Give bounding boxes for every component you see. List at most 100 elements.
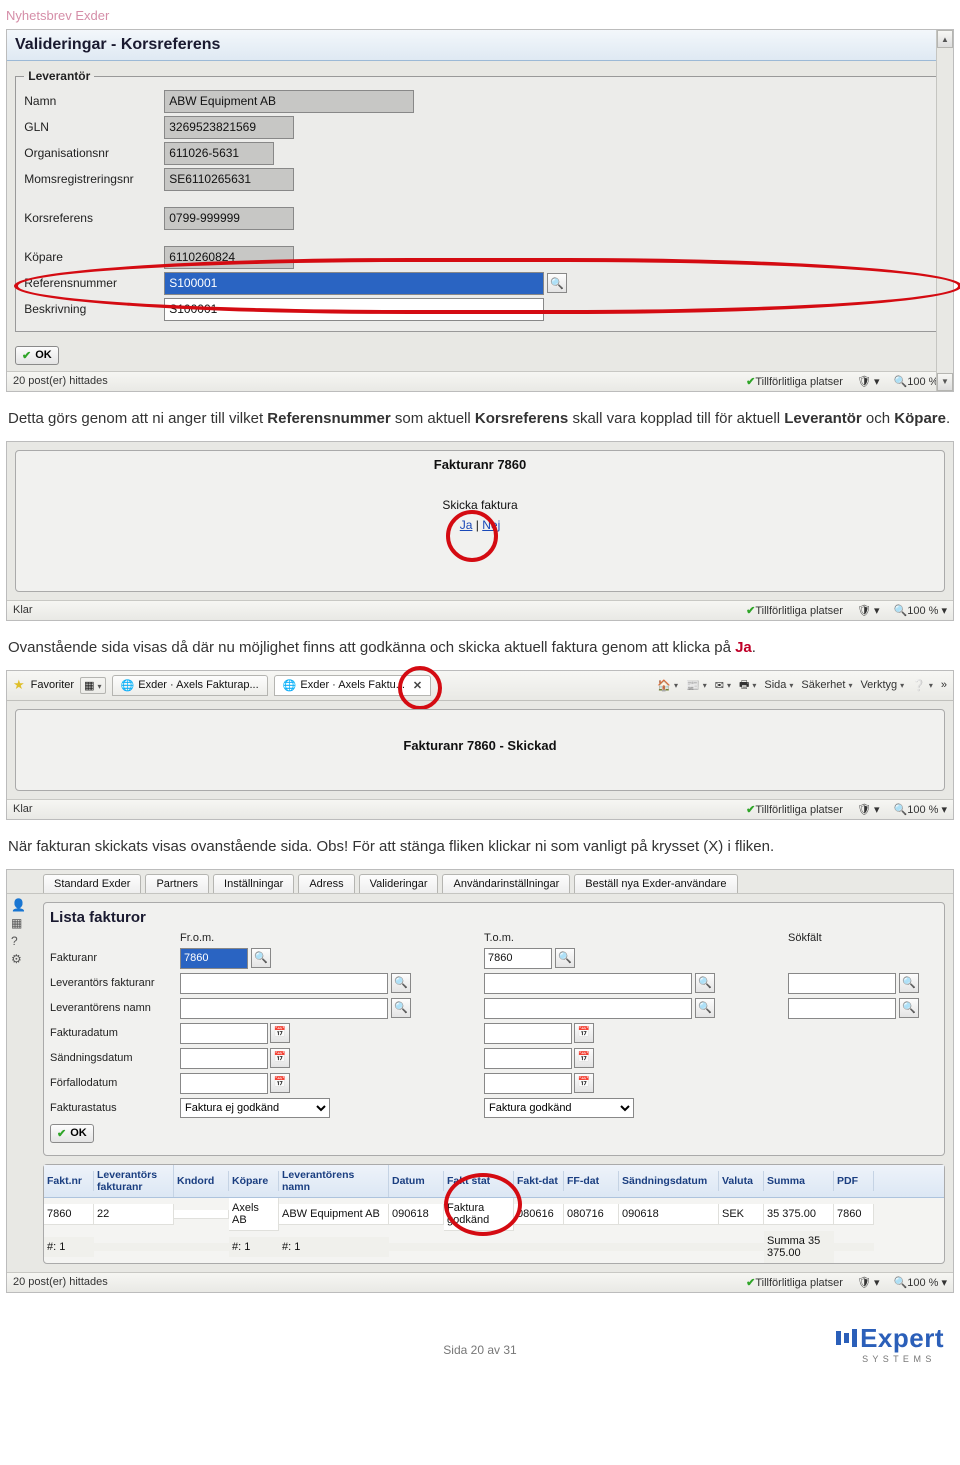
search-icon[interactable]: 🔍: [391, 998, 411, 1018]
help-icon[interactable]: ❔▾: [912, 679, 933, 692]
search-icon[interactable]: 🔍: [899, 973, 919, 993]
sandning-from-input[interactable]: [180, 1048, 268, 1069]
calendar-icon[interactable]: 📅: [270, 1023, 290, 1043]
page-menu[interactable]: Sida ▾: [764, 679, 793, 691]
tf: #: 1: [279, 1237, 389, 1257]
calendar-icon[interactable]: 📅: [270, 1048, 290, 1068]
menu-tab[interactable]: Valideringar: [359, 874, 439, 893]
user-icon[interactable]: 👤: [11, 898, 26, 912]
protected-mode-icon: 🛡 ▾: [857, 375, 880, 388]
print-icon[interactable]: 🖶 ▾: [739, 676, 756, 695]
faktstatus-to-select[interactable]: Faktura godkänd: [484, 1098, 634, 1118]
status-text: Klar: [13, 604, 33, 616]
th-pdf[interactable]: PDF: [834, 1171, 874, 1191]
tf: [444, 1243, 514, 1251]
namn-label: Namn: [24, 94, 164, 108]
menu-tab[interactable]: Inställningar: [213, 874, 294, 893]
levnamn-sok-input[interactable]: [788, 998, 896, 1019]
td: 35 375.00: [764, 1204, 834, 1225]
check-icon: ✔: [746, 804, 755, 816]
forfallo-from-input[interactable]: [180, 1073, 268, 1094]
ok-button[interactable]: ✔OK: [15, 346, 59, 365]
ok-button[interactable]: ✔OK: [50, 1124, 94, 1143]
th-summa[interactable]: Summa: [764, 1171, 834, 1191]
logo-block-icon: [836, 1331, 841, 1345]
safety-menu[interactable]: Säkerhet ▾: [801, 679, 852, 691]
zoom-level: 100 %: [907, 1277, 938, 1289]
lista-fakturor-screenshot: Standard Exder Partners Inställningar Ad…: [6, 869, 954, 1293]
menu-tab[interactable]: Användarinställningar: [442, 874, 570, 893]
search-icon[interactable]: 🔍: [251, 948, 271, 968]
faktdatum-to-input[interactable]: [484, 1023, 572, 1044]
th-faktdat[interactable]: Fakt-dat: [514, 1171, 564, 1191]
levnamn-to-input[interactable]: [484, 998, 692, 1019]
menu-tab[interactable]: Adress: [298, 874, 354, 893]
calendar-icon[interactable]: 📅: [574, 1048, 594, 1068]
th-levnamn[interactable]: Leverantörens namn: [279, 1165, 389, 1197]
home-icon[interactable]: 🏠 ▾: [657, 679, 678, 692]
settings-icon[interactable]: ⚙: [11, 952, 26, 966]
calendar-icon[interactable]: 📅: [270, 1073, 290, 1093]
fakturanr-label: Fakturanr: [50, 952, 170, 964]
favorites-star-icon[interactable]: ★: [13, 677, 25, 693]
namn-field: ABW Equipment AB: [164, 90, 414, 113]
tools-menu[interactable]: Verktyg ▾: [860, 679, 904, 691]
faktdatum-label: Fakturadatum: [50, 1027, 170, 1039]
logo-block-icon: [844, 1333, 849, 1343]
mail-icon[interactable]: ✉ ▾: [715, 679, 731, 692]
th-ffdat[interactable]: FF-dat: [564, 1171, 619, 1191]
th-kopare[interactable]: Köpare: [229, 1171, 279, 1191]
levfakt-to-input[interactable]: [484, 973, 692, 994]
menu-tab[interactable]: Beställ nya Exder-användare: [574, 874, 737, 893]
th-sandning[interactable]: Sändningsdatum: [619, 1171, 719, 1191]
levnamn-from-input[interactable]: [180, 998, 388, 1019]
leverantor-fieldset: Leverantör NamnABW Equipment AB GLN32695…: [15, 69, 945, 332]
page-number: Sida 20 av 31: [0, 1303, 960, 1367]
status-text: Klar: [13, 803, 33, 815]
search-icon[interactable]: 🔍: [695, 998, 715, 1018]
forfallo-to-input[interactable]: [484, 1073, 572, 1094]
scroll-down-icon[interactable]: ▼: [937, 373, 953, 391]
tab-list-icon[interactable]: ▦ ▾: [80, 677, 105, 694]
trusted-sites: Tillförlitliga platser: [755, 605, 843, 617]
highlight-circle: [398, 666, 442, 710]
levnamn-label: Leverantörens namn: [50, 1002, 170, 1014]
search-icon[interactable]: 🔍: [899, 998, 919, 1018]
td: 7860: [44, 1204, 94, 1225]
calendar-icon[interactable]: 📅: [574, 1023, 594, 1043]
search-icon[interactable]: 🔍: [695, 973, 715, 993]
faktdatum-from-input[interactable]: [180, 1023, 268, 1044]
levfakt-from-input[interactable]: [180, 973, 388, 994]
search-icon[interactable]: 🔍: [555, 948, 575, 968]
faktstatus-from-select[interactable]: Faktura ej godkänd: [180, 1098, 330, 1118]
browser-tab-1[interactable]: 🌐Exder · Axels Fakturap...: [112, 675, 268, 696]
help-icon[interactable]: ?: [11, 934, 26, 948]
th-levfakt[interactable]: Leverantörs fakturanr: [94, 1165, 174, 1197]
fakturanr-to-input[interactable]: 7860: [484, 948, 552, 969]
th-kndord[interactable]: Kndord: [174, 1171, 229, 1191]
trusted-sites: Tillförlitliga platser: [755, 804, 843, 816]
browser-tab-2[interactable]: 🌐Exder · Axels Faktu... ✕: [274, 675, 431, 696]
search-icon[interactable]: 🔍: [391, 973, 411, 993]
logo-subtext: S Y S T E M S: [862, 1354, 932, 1364]
zoom-icon: 🔍: [894, 376, 908, 388]
tf: [94, 1243, 174, 1251]
vertical-scrollbar[interactable]: ▲ ▼: [936, 30, 953, 391]
th-faktnr[interactable]: Fakt.nr: [44, 1171, 94, 1191]
menu-tab[interactable]: Standard Exder: [43, 874, 141, 893]
th-valuta[interactable]: Valuta: [719, 1171, 764, 1191]
tf: [719, 1243, 764, 1251]
layout-icon[interactable]: ▦: [11, 916, 26, 930]
sandning-label: Sändningsdatum: [50, 1052, 170, 1064]
favorites-label[interactable]: Favoriter: [31, 679, 74, 691]
fakturanr-from-input[interactable]: 7860: [180, 948, 248, 969]
ok-label: OK: [35, 349, 52, 361]
th-datum[interactable]: Datum: [389, 1171, 444, 1191]
menu-tab[interactable]: Partners: [145, 874, 209, 893]
scroll-up-icon[interactable]: ▲: [937, 30, 953, 48]
feeds-icon[interactable]: 📰 ▾: [686, 679, 707, 692]
more-icon[interactable]: »: [941, 679, 947, 691]
sandning-to-input[interactable]: [484, 1048, 572, 1069]
calendar-icon[interactable]: 📅: [574, 1073, 594, 1093]
levfakt-sok-input[interactable]: [788, 973, 896, 994]
